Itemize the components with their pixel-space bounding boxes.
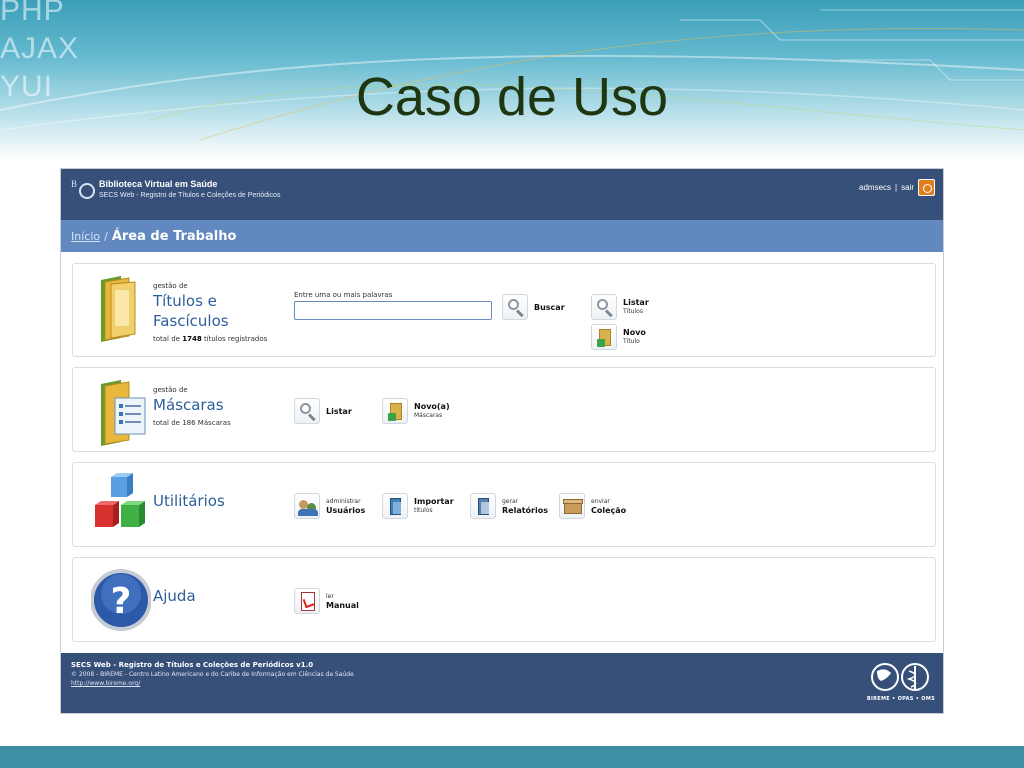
masks-panel: gestão de Máscaras total de 186 Máscaras…	[72, 367, 936, 452]
search-icon[interactable]	[591, 294, 617, 320]
breadcrumb-separator: /	[104, 229, 108, 243]
help-panel: ? Ajuda ler Manual	[72, 557, 936, 642]
new-document-icon[interactable]	[591, 324, 617, 350]
footer-title: SECS Web - Registro de Títulos e Coleçõe…	[71, 661, 314, 669]
titles-pre-label: gestão de	[153, 282, 188, 290]
svg-text:?: ?	[111, 581, 132, 622]
pdf-icon[interactable]	[294, 588, 320, 614]
manual-label: Manual	[326, 601, 359, 610]
help-icon: ?	[91, 569, 151, 631]
list-masks-label: Listar	[326, 406, 352, 416]
import-button[interactable]: Importar títulos	[382, 493, 454, 519]
breadcrumb: Início / Área de Trabalho	[61, 220, 943, 252]
manual-sublabel: ler	[326, 593, 334, 600]
reports-label: Relatórios	[502, 506, 548, 515]
import-sublabel: títulos	[414, 507, 433, 514]
manual-button[interactable]: ler Manual	[294, 588, 359, 614]
footer-copyright: © 2008 - BIREME - Centro Latino American…	[71, 671, 354, 678]
new-title-button[interactable]: Novo Título	[591, 324, 646, 350]
list-titles-label: Listar	[623, 298, 649, 307]
users-button[interactable]: administrar Usuários	[294, 493, 365, 519]
footer-link[interactable]: http://www.bireme.org/	[71, 680, 140, 687]
slide: PHP AJAX YUI Caso de Uso B Biblioteca Vi…	[0, 0, 1024, 768]
power-icon[interactable]	[918, 179, 935, 196]
titles-total-suffix: títulos registrados	[203, 335, 268, 343]
new-document-icon[interactable]	[382, 398, 408, 424]
search-button[interactable]: Buscar	[502, 294, 565, 320]
new-mask-button[interactable]: Novo(a) Máscaras	[382, 398, 450, 424]
side-word-ajax: AJAX	[0, 32, 80, 65]
send-collection-label: Coleção	[591, 506, 627, 515]
breadcrumb-current: Área de Trabalho	[111, 228, 237, 244]
new-mask-label: Novo(a)	[414, 402, 450, 411]
list-titles-sublabel: Títulos	[623, 308, 643, 315]
users-icon[interactable]	[294, 493, 320, 519]
masks-pre-label: gestão de	[153, 386, 188, 394]
import-book-icon[interactable]	[382, 493, 408, 519]
search-button-label: Buscar	[534, 302, 565, 312]
user-name: admsecs	[859, 183, 892, 192]
utilities-title: Utilitários	[153, 492, 225, 510]
user-box: admsecs | sair	[859, 179, 935, 196]
titles-total: total de 1748 títulos registrados	[153, 335, 267, 343]
user-separator: |	[895, 183, 898, 192]
list-masks-button[interactable]: Listar	[294, 398, 352, 424]
reports-book-icon[interactable]	[470, 493, 496, 519]
app-window: B Biblioteca Virtual em Saúde SECS Web -…	[60, 168, 944, 714]
titles-panel: gestão de Títulos e Fascículos total de …	[72, 263, 936, 357]
utilities-panel: Utilitários administrar Usuários Importa…	[72, 462, 936, 547]
folder-document-icon	[101, 380, 146, 446]
footer-logos-text: BIREME • OPAS • OMS	[866, 696, 935, 702]
institution-logos	[871, 663, 929, 691]
users-label: Usuários	[326, 506, 366, 515]
search-icon[interactable]	[294, 398, 320, 424]
users-sublabel: administrar	[326, 498, 361, 505]
masks-total: total de 186 Máscaras	[153, 419, 231, 427]
send-collection-sublabel: enviar	[591, 498, 610, 505]
slide-title: Caso de Uso	[355, 67, 669, 127]
send-collection-button[interactable]: enviar Coleção	[559, 493, 626, 519]
list-titles-button[interactable]: Listar Títulos	[591, 294, 649, 320]
brand-subtitle: SECS Web - Registro de Títulos e Coleçõe…	[99, 192, 281, 199]
slide-footer-bar	[0, 746, 1024, 768]
masks-title: Máscaras	[153, 396, 224, 414]
titles-title-line1: Títulos e	[153, 292, 217, 310]
titles-total-count: 1748	[182, 335, 202, 343]
side-word-php: PHP	[0, 0, 65, 27]
app-header: B Biblioteca Virtual em Saúde SECS Web -…	[61, 169, 943, 220]
new-mask-sublabel: Máscaras	[414, 412, 443, 419]
folder-icon	[101, 276, 136, 342]
bvs-logo: B	[71, 179, 97, 205]
search-icon[interactable]	[502, 294, 528, 320]
help-title: Ajuda	[153, 587, 196, 605]
logout-link[interactable]: sair	[901, 183, 914, 192]
reports-sublabel: gerar	[502, 498, 519, 505]
search-input[interactable]	[294, 301, 492, 320]
new-title-sublabel: Título	[623, 338, 640, 345]
breadcrumb-home-link[interactable]: Início	[71, 230, 100, 243]
new-title-label: Novo	[623, 328, 646, 337]
app-footer: SECS Web - Registro de Títulos e Coleçõe…	[61, 653, 943, 713]
titles-total-prefix: total de	[153, 335, 180, 343]
reports-button[interactable]: gerar Relatórios	[470, 493, 548, 519]
search-label: Entre uma ou mais palavras	[294, 291, 393, 299]
brand-name: Biblioteca Virtual em Saúde	[99, 179, 218, 189]
titles-title-line2: Fascículos	[153, 312, 229, 330]
box-icon[interactable]	[559, 493, 585, 519]
import-label: Importar	[414, 497, 454, 506]
cubes-icon	[95, 473, 145, 527]
